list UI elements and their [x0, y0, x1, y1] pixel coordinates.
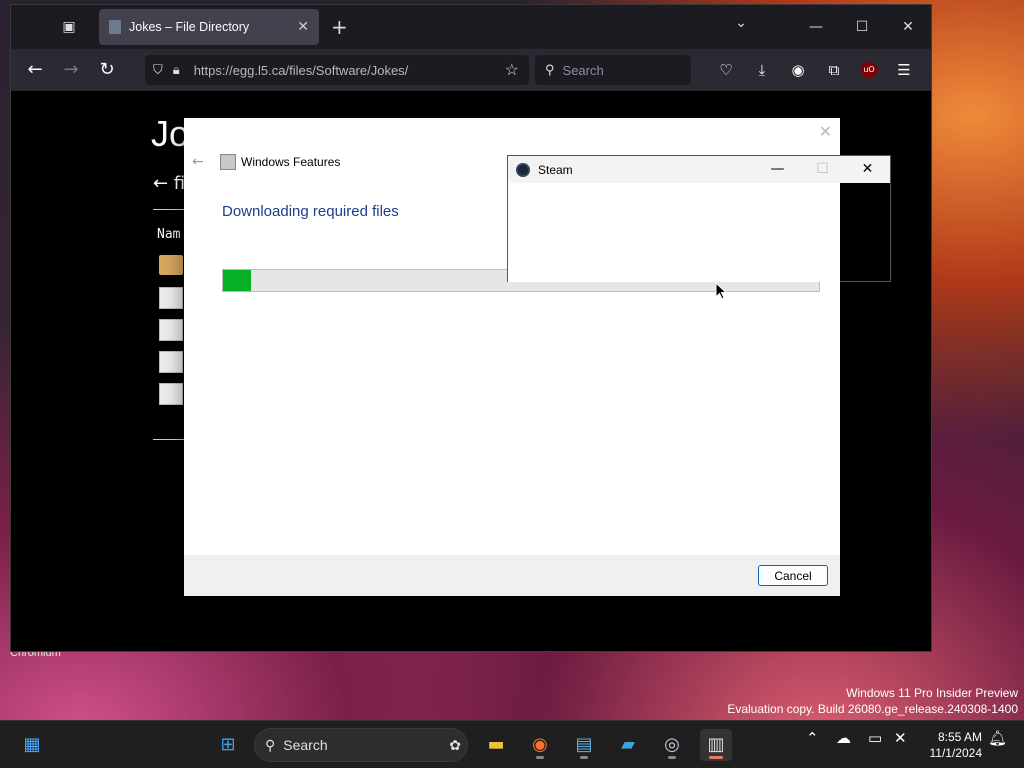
- steam-title: Steam: [538, 162, 573, 177]
- divider: [153, 209, 187, 210]
- dialog-footer: Cancel: [184, 555, 840, 596]
- notification-bell-icon[interactable]: 🔔︎: [988, 729, 1007, 747]
- forward-icon[interactable]: →: [59, 58, 83, 82]
- menu-icon[interactable]: ☰: [895, 60, 913, 80]
- display-icon[interactable]: ▭: [868, 729, 882, 747]
- close-icon[interactable]: ✕: [819, 122, 832, 141]
- time: 8:55 AM: [937, 730, 982, 744]
- url-bar[interactable]: ⛉ 🔒︎ https://egg.l5.ca/files/Software/Jo…: [145, 55, 529, 85]
- new-tab-icon[interactable]: +: [331, 15, 348, 39]
- file-explorer-icon[interactable]: ▬: [480, 729, 512, 761]
- nav-bar: ← → ↻ ⛉ 🔒︎ https://egg.l5.ca/files/Softw…: [11, 49, 931, 91]
- running-indicator: [536, 756, 544, 759]
- column-header-name[interactable]: Nam: [157, 227, 180, 242]
- steam-icon: [516, 162, 530, 177]
- url-text: https://egg.l5.ca/files/Software/Jokes/: [193, 62, 409, 78]
- back-arrow-icon[interactable]: ←: [192, 154, 204, 170]
- windows-features-icon: [220, 154, 236, 170]
- windows-features-taskbar-icon[interactable]: ▥: [700, 729, 732, 761]
- start-icon[interactable]: ⊞: [212, 729, 244, 761]
- volume-muted-icon[interactable]: ✕: [894, 729, 907, 747]
- back-link[interactable]: ← fi: [153, 173, 185, 194]
- file-icon[interactable]: [159, 383, 183, 405]
- chevron-down-icon[interactable]: ⌄: [735, 15, 747, 31]
- search-icon: ⚲: [265, 736, 276, 753]
- tab-title: Jokes – File Directory: [129, 20, 250, 34]
- shield-icon[interactable]: ⛉: [153, 62, 163, 78]
- clock[interactable]: 8:55 AM 11/1/2024: [920, 729, 983, 761]
- download-icon[interactable]: ⤓: [753, 60, 771, 80]
- file-icon[interactable]: [159, 351, 183, 373]
- minimize-icon[interactable]: —: [793, 5, 839, 49]
- search-placeholder: Search: [562, 62, 604, 78]
- search-icon: ⚲: [545, 62, 555, 77]
- mouse-cursor-icon: [715, 282, 727, 300]
- steam-content: [508, 183, 840, 282]
- file-icon[interactable]: [159, 319, 183, 341]
- tab-list-icon[interactable]: ▣: [59, 17, 79, 37]
- taskbar: ▦ ⊞ ⚲ Search ✿ ▬ ◉ ▤ ▰ ◎ ▥ ⌃ ☁ ▭ ✕ 8:55 …: [0, 720, 1024, 768]
- steam-titlebar[interactable]: Steam — ☐ ✕: [508, 156, 890, 183]
- reload-icon[interactable]: ↻: [95, 58, 119, 82]
- extensions-icon[interactable]: ⧉: [825, 60, 843, 80]
- pocket-icon[interactable]: ♡: [717, 60, 735, 80]
- folder-icon[interactable]: [159, 255, 183, 275]
- maximize-icon: ☐: [816, 161, 829, 177]
- widgets-icon[interactable]: ▦: [16, 729, 48, 761]
- file-icon[interactable]: [159, 287, 183, 309]
- watermark-line1: Windows 11 Pro Insider Preview: [846, 686, 1018, 700]
- search-highlight-icon: ✿: [449, 736, 461, 753]
- watermark-line2: Evaluation copy. Build 26080.ge_release.…: [727, 702, 1018, 716]
- close-icon[interactable]: ✕: [845, 156, 890, 183]
- minimize-icon[interactable]: —: [755, 156, 800, 183]
- running-indicator: [709, 756, 723, 759]
- app-icon[interactable]: ▤: [568, 729, 600, 761]
- dialog-heading: Downloading required files: [222, 203, 399, 220]
- tab-close-icon[interactable]: ✕: [297, 19, 309, 35]
- firefox-icon[interactable]: ◉: [524, 729, 556, 761]
- steam-taskbar-icon[interactable]: ◎: [656, 729, 688, 761]
- tab-jokes[interactable]: Jokes – File Directory ✕: [99, 9, 319, 45]
- lock-icon[interactable]: 🔒︎: [173, 62, 180, 78]
- steam-window: Steam — ☐ ✕: [507, 155, 891, 282]
- folder-favicon-icon: [109, 20, 121, 34]
- tab-bar: ▣ Jokes – File Directory ✕ + ⌄ — ☐ ✕: [11, 5, 931, 49]
- star-icon[interactable]: ☆: [505, 60, 519, 80]
- taskbar-search[interactable]: ⚲ Search ✿: [254, 728, 468, 762]
- taskbar-search-label: Search: [283, 737, 328, 753]
- dialog-title: Windows Features: [241, 155, 341, 169]
- maximize-icon[interactable]: ☐: [839, 5, 885, 49]
- search-input[interactable]: ⚲ Search: [535, 55, 691, 85]
- running-indicator: [580, 756, 588, 759]
- running-indicator: [668, 756, 676, 759]
- back-icon[interactable]: ←: [23, 58, 47, 82]
- chevron-up-icon[interactable]: ⌃: [806, 729, 819, 747]
- date: 11/1/2024: [929, 746, 983, 760]
- photos-icon[interactable]: ▰: [612, 729, 644, 761]
- progress-fill: [223, 270, 251, 291]
- divider: [153, 439, 187, 440]
- ublock-icon[interactable]: uO: [861, 62, 877, 78]
- account-icon[interactable]: ◉: [789, 60, 807, 80]
- close-icon[interactable]: ✕: [885, 5, 931, 49]
- cancel-button[interactable]: Cancel: [758, 565, 828, 586]
- network-icon[interactable]: ☁: [836, 729, 851, 747]
